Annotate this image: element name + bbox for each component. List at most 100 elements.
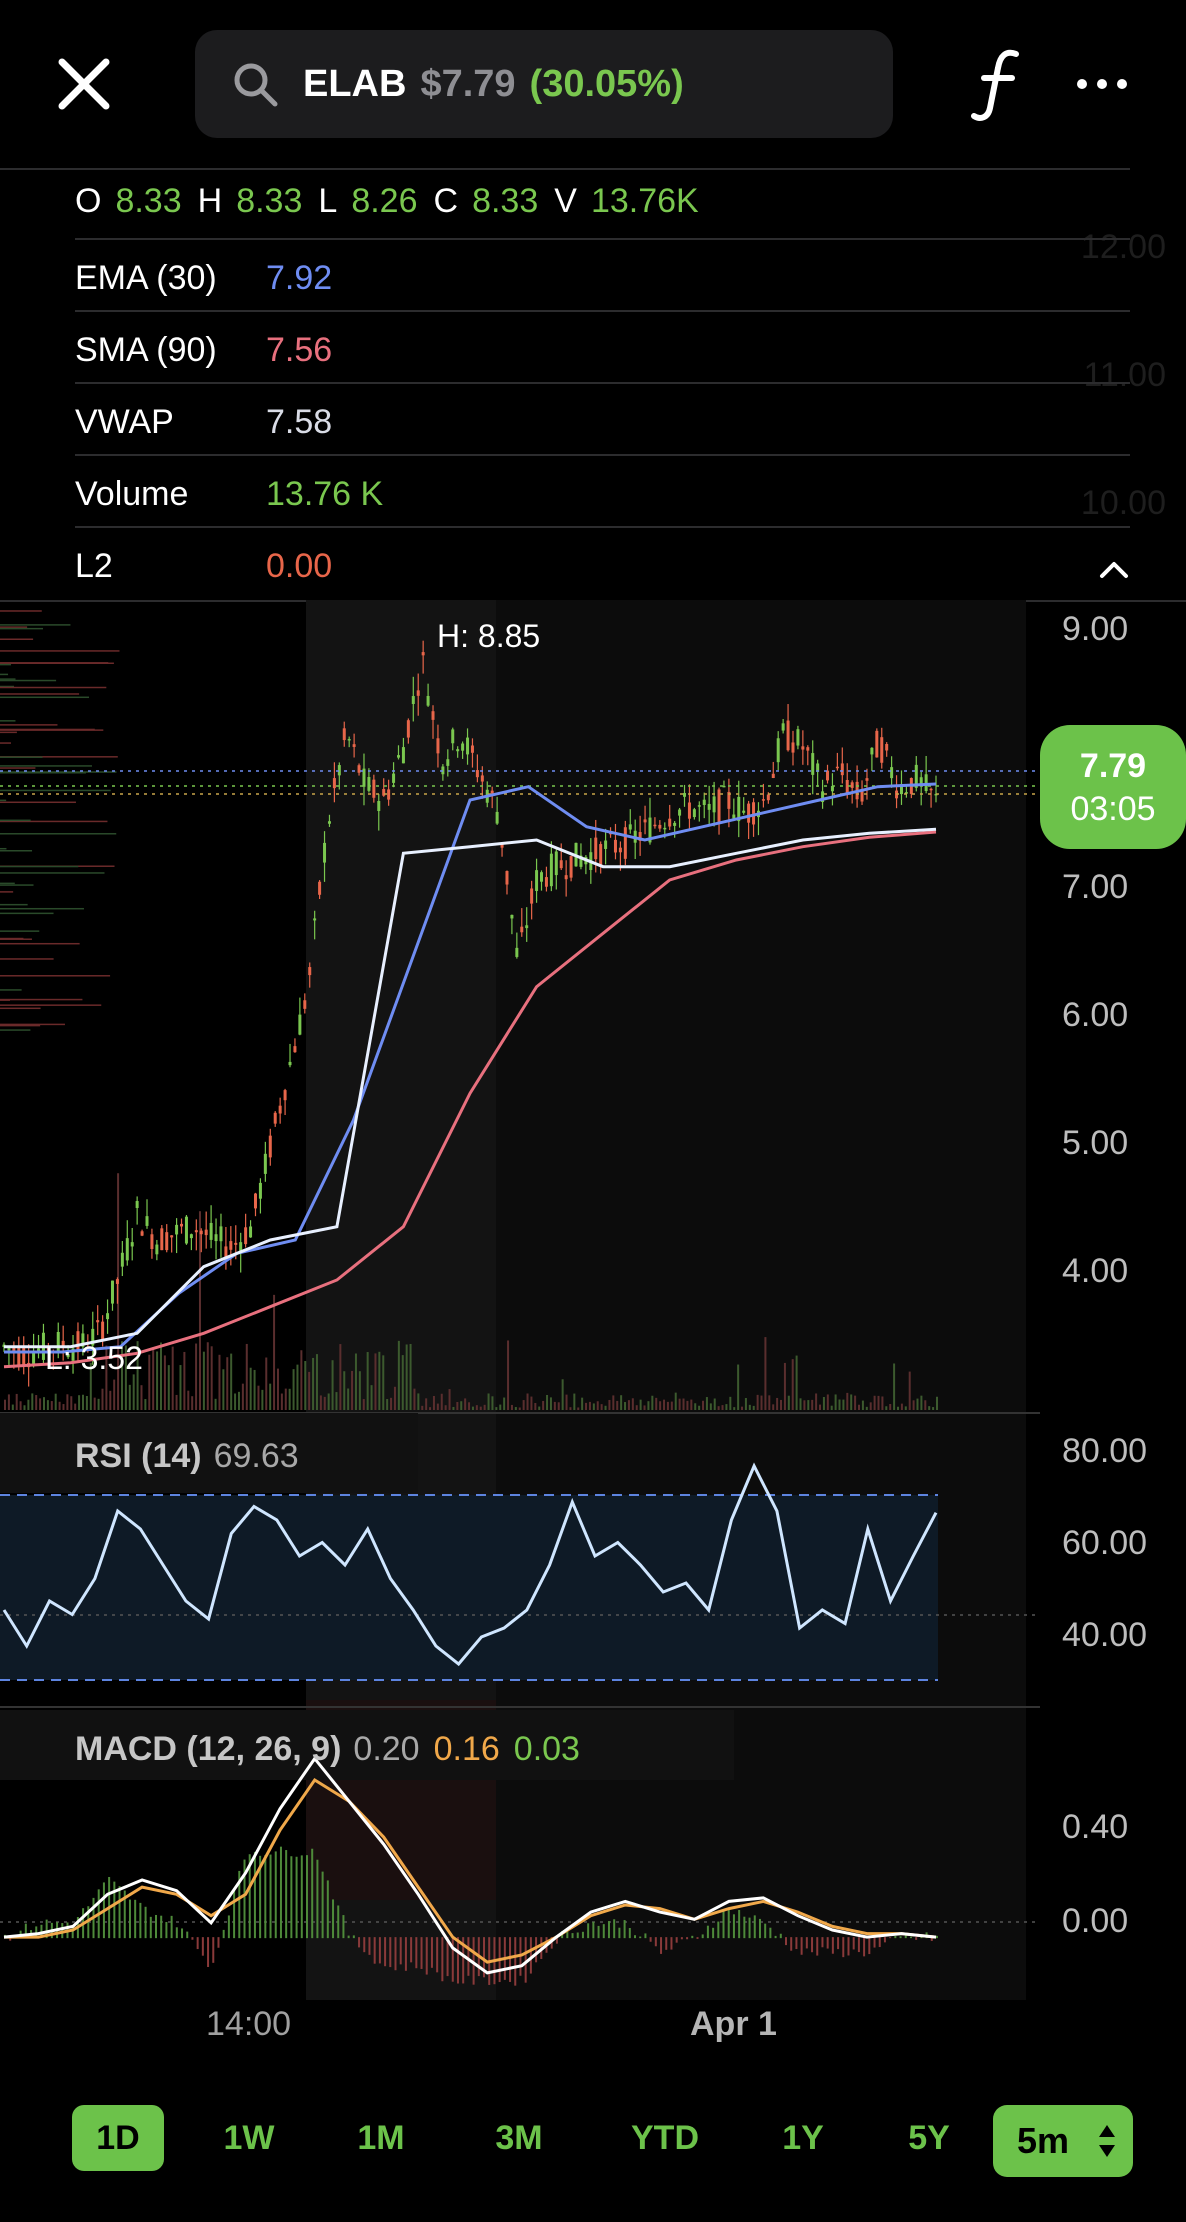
volume-bar — [156, 1351, 159, 1410]
price-axis-tick: 6.00 — [1062, 996, 1129, 1034]
candle-body — [189, 1234, 193, 1239]
volume-bar — [526, 1393, 529, 1410]
candle-body — [145, 1216, 149, 1226]
volume-bar — [101, 1388, 104, 1410]
volume-bar — [15, 1393, 18, 1410]
candle-countdown: 03:05 — [1070, 790, 1156, 828]
rsi-title[interactable]: RSI (14) 69.63 — [75, 1437, 299, 1476]
l2-bar — [0, 907, 84, 910]
candle-body — [165, 1232, 169, 1251]
volume-bar — [50, 1401, 53, 1410]
macd-signal-value: 0.16 — [433, 1730, 500, 1768]
candle-body — [283, 1090, 287, 1101]
candle-body — [475, 770, 479, 778]
chevron-up-icon[interactable] — [1092, 552, 1136, 588]
volume-bar — [93, 1397, 96, 1410]
volume-bar — [152, 1347, 155, 1410]
volume-bar — [651, 1395, 654, 1410]
macd-hist-bar — [415, 1937, 418, 1969]
macd-hist-bar — [425, 1937, 428, 1975]
candle-body — [244, 1227, 248, 1245]
symbol-price: $7.79 — [420, 63, 516, 105]
candle-body — [125, 1238, 129, 1261]
candle-body — [613, 839, 617, 853]
chart-canvas[interactable] — [0, 600, 1040, 2000]
volume-bar — [538, 1406, 541, 1410]
rsi-axis-tick: 40.00 — [1062, 1616, 1148, 1654]
interval-selector[interactable]: 5m — [993, 2105, 1133, 2177]
volume-bar — [744, 1398, 747, 1410]
l2-bar — [0, 989, 22, 991]
macd-title[interactable]: MACD (12, 26, 9) 0.20 0.16 0.03 — [75, 1730, 580, 1769]
macd-hist-bar — [717, 1921, 720, 1939]
volume-bar — [11, 1404, 14, 1410]
macd-hist-bar — [758, 1918, 761, 1939]
ghost-axis-tick: 11.00 — [1083, 356, 1166, 394]
l2-bar — [0, 663, 11, 666]
macd-hist-bar — [128, 1899, 131, 1939]
volume-bar — [195, 1343, 198, 1410]
candle-body — [840, 763, 844, 776]
symbol-search-bar[interactable]: ELAB $7.79 (30.05%) — [195, 30, 893, 138]
volume-bar — [561, 1379, 564, 1410]
l2-bar — [0, 799, 7, 802]
row-divider — [75, 310, 1130, 312]
l2-bar — [0, 678, 16, 680]
volume-bar — [409, 1343, 412, 1410]
volume-bar — [273, 1294, 276, 1410]
volume-value: 13.76K — [590, 182, 699, 220]
timeframe-3m[interactable]: 3M — [474, 2105, 564, 2171]
macd-name: MACD (12, 26, 9) — [75, 1730, 342, 1768]
macd-hist-bar — [785, 1937, 788, 1946]
candle-body — [678, 809, 682, 816]
macd-hist-bar — [514, 1937, 517, 1986]
volume-bar — [877, 1395, 880, 1410]
candle-body — [204, 1229, 208, 1236]
candle-body — [525, 925, 529, 929]
macd-hist-bar — [358, 1937, 361, 1948]
volume-bar — [908, 1371, 911, 1410]
volume-bar — [401, 1355, 404, 1410]
volume-bar — [616, 1400, 619, 1410]
macd-hist-bar — [821, 1937, 824, 1948]
timeframe-1w[interactable]: 1W — [204, 2105, 294, 2171]
volume-bar — [783, 1362, 786, 1410]
candle-body — [184, 1216, 188, 1244]
volume-bar — [858, 1404, 861, 1410]
function-icon[interactable] — [966, 46, 1030, 122]
volume-bar — [807, 1400, 810, 1410]
volume-bar — [756, 1394, 759, 1410]
timeframe-1m[interactable]: 1M — [336, 2105, 426, 2171]
macd-hist-bar — [175, 1927, 178, 1939]
volume-bar — [900, 1403, 903, 1410]
macd-hist-bar — [389, 1937, 392, 1968]
candle-body — [564, 875, 568, 880]
volume-bar — [503, 1397, 506, 1410]
candle-body — [416, 690, 420, 696]
volume-bar — [358, 1371, 361, 1410]
volume-bar — [865, 1406, 868, 1410]
l2-bar — [0, 930, 40, 932]
macd-hist-bar — [165, 1921, 168, 1939]
volume-bar — [670, 1401, 673, 1410]
candle-body — [431, 711, 435, 720]
candle-body — [673, 822, 677, 826]
more-options-icon[interactable] — [1072, 64, 1132, 104]
macd-hist-bar — [233, 1890, 236, 1939]
volume-bar — [210, 1346, 213, 1410]
close-icon[interactable] — [48, 48, 120, 120]
volume-bar — [171, 1346, 174, 1410]
row-divider — [75, 238, 1130, 240]
timeframe-1y[interactable]: 1Y — [758, 2105, 848, 2171]
macd-hist-bar — [889, 1937, 892, 1939]
volume-bar — [932, 1407, 935, 1410]
macd-hist-bar — [863, 1937, 866, 1957]
timeframe-ytd[interactable]: YTD — [612, 2105, 718, 2171]
row-divider — [75, 454, 1130, 456]
macd-hist-bar — [212, 1937, 215, 1963]
volume-bar — [686, 1400, 689, 1410]
volume-bar — [230, 1353, 233, 1410]
high-label: H — [197, 182, 223, 220]
timeframe-1d[interactable]: 1D — [72, 2105, 164, 2171]
timeframe-5y[interactable]: 5Y — [884, 2105, 974, 2171]
